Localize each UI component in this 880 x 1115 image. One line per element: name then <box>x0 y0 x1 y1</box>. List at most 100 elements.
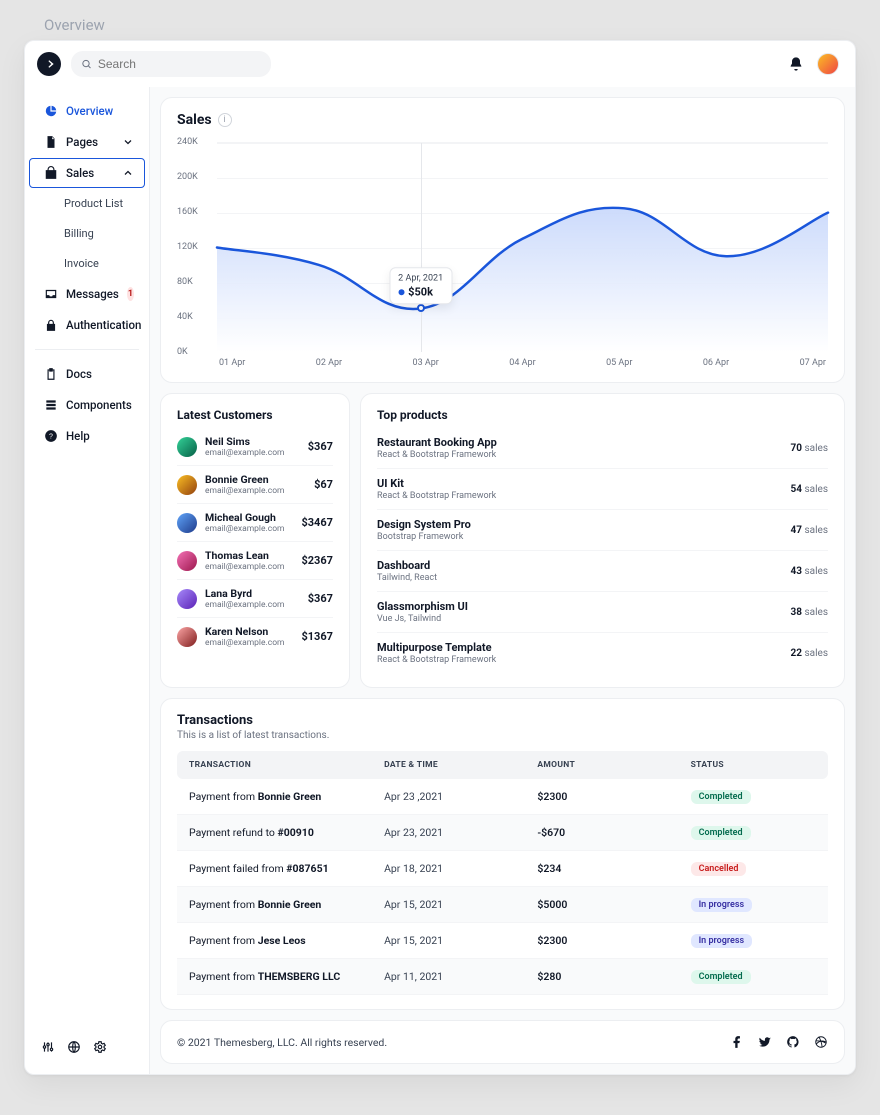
chevron-down-icon <box>122 136 134 148</box>
product-sales: 70 sales <box>791 443 828 454</box>
sales-card: Sales i 240K200K160K120K80K40K0K 2 Ap <box>160 97 845 383</box>
transaction-amount: $2300 <box>537 934 690 947</box>
product-sales: 47 sales <box>791 525 828 536</box>
avatar <box>177 437 197 457</box>
notifications-button[interactable] <box>785 53 807 75</box>
customer-name: Micheal Gough <box>205 511 293 524</box>
customer-row[interactable]: Micheal Gough email@example.com $3467 <box>177 503 333 541</box>
sidebar-item-label: Docs <box>66 367 92 381</box>
customer-row[interactable]: Karen Nelson email@example.com $1367 <box>177 617 333 655</box>
sidebar-item-label: Messages <box>66 287 119 301</box>
transaction-amount: $280 <box>537 970 690 983</box>
customer-row[interactable]: Neil Sims email@example.com $367 <box>177 428 333 465</box>
twitter-icon[interactable] <box>758 1035 772 1049</box>
help-icon: ? <box>44 429 58 443</box>
product-name: Glassmorphism UI <box>377 600 468 613</box>
user-avatar[interactable] <box>817 53 839 75</box>
customer-name: Neil Sims <box>205 435 300 448</box>
product-row[interactable]: UI Kit React & Bootstrap Framework 54 sa… <box>377 468 828 509</box>
sidebar-item-help[interactable]: ? Help <box>29 421 145 451</box>
transaction-date: Apr 18, 2021 <box>384 862 537 875</box>
transaction-description: Payment refund to #00910 <box>189 826 384 839</box>
document-icon <box>44 135 58 149</box>
customer-info: Micheal Gough email@example.com <box>205 511 293 534</box>
product-row[interactable]: Glassmorphism UI Vue Js, Tailwind 38 sal… <box>377 591 828 632</box>
product-row[interactable]: Design System Pro Bootstrap Framework 47… <box>377 509 828 550</box>
sales-title: Sales <box>177 112 212 128</box>
transaction-row[interactable]: Payment from Bonnie Green Apr 23 ,2021 $… <box>177 779 828 815</box>
customer-amount: $367 <box>308 440 333 453</box>
customer-info: Thomas Lean email@example.com <box>205 549 293 572</box>
avatar <box>177 513 197 533</box>
product-name: Design System Pro <box>377 518 471 531</box>
facebook-icon[interactable] <box>730 1035 744 1049</box>
lock-icon <box>44 318 58 332</box>
customer-info: Karen Nelson email@example.com <box>205 625 293 648</box>
product-sales: 22 sales <box>791 648 828 659</box>
transaction-date: Apr 23, 2021 <box>384 826 537 839</box>
product-subtitle: React & Bootstrap Framework <box>377 491 496 501</box>
transaction-date: Apr 23 ,2021 <box>384 790 537 803</box>
transaction-status: Completed <box>691 825 816 840</box>
pie-chart-icon <box>44 104 58 118</box>
footer-copyright: © 2021 Themesberg, LLC. All rights reser… <box>177 1036 387 1049</box>
product-info: Design System Pro Bootstrap Framework <box>377 518 471 542</box>
dribbble-icon[interactable] <box>814 1035 828 1049</box>
sidebar-subitem-product-list[interactable]: Product List <box>29 189 145 218</box>
customer-name: Bonnie Green <box>205 473 306 486</box>
sidebar-item-label: Authentication <box>66 318 141 332</box>
transaction-row[interactable]: Payment from THEMSBERG LLC Apr 11, 2021 … <box>177 959 828 995</box>
avatar <box>177 627 197 647</box>
transaction-row[interactable]: Payment refund to #00910 Apr 23, 2021 -$… <box>177 815 828 851</box>
y-tick: 240K <box>177 137 198 147</box>
latest-customers-title: Latest Customers <box>177 408 333 422</box>
transaction-date: Apr 11, 2021 <box>384 970 537 983</box>
sidebar-item-messages[interactable]: Messages 1 <box>29 279 145 309</box>
search-box[interactable] <box>71 51 271 77</box>
transactions-subtitle: This is a list of latest transactions. <box>177 730 828 741</box>
transaction-amount: $234 <box>537 862 690 875</box>
transaction-date: Apr 15, 2021 <box>384 934 537 947</box>
transaction-row[interactable]: Payment from Bonnie Green Apr 15, 2021 $… <box>177 887 828 923</box>
sidebar-subitem-billing[interactable]: Billing <box>29 219 145 248</box>
product-subtitle: React & Bootstrap Framework <box>377 655 496 665</box>
customer-row[interactable]: Bonnie Green email@example.com $67 <box>177 465 333 503</box>
transaction-row[interactable]: Payment from Jese Leos Apr 15, 2021 $230… <box>177 923 828 959</box>
adjustments-icon[interactable] <box>41 1040 55 1054</box>
transaction-amount: $2300 <box>537 790 690 803</box>
sidebar: Overview Pages <box>25 87 150 1074</box>
sidebar-item-authentication[interactable]: Authentication <box>29 310 145 340</box>
y-tick: 80K <box>177 277 193 287</box>
transaction-status: Cancelled <box>691 861 816 876</box>
chart-plot-area[interactable]: 2 Apr, 2021 $50k <box>217 142 828 352</box>
search-input[interactable] <box>98 57 261 71</box>
sidebar-item-sales[interactable]: Sales <box>29 158 145 188</box>
github-icon[interactable] <box>786 1035 800 1049</box>
customer-row[interactable]: Thomas Lean email@example.com $2367 <box>177 541 333 579</box>
info-icon[interactable]: i <box>218 113 232 127</box>
product-row[interactable]: Restaurant Booking App React & Bootstrap… <box>377 428 828 468</box>
x-tick: 04 Apr <box>509 358 535 368</box>
sidebar-item-pages[interactable]: Pages <box>29 127 145 157</box>
settings-icon[interactable] <box>93 1040 107 1054</box>
sidebar-item-components[interactable]: Components <box>29 390 145 420</box>
customer-name: Lana Byrd <box>205 587 300 600</box>
logo[interactable] <box>37 52 61 76</box>
product-row[interactable]: Dashboard Tailwind, React 43 sales <box>377 550 828 591</box>
sidebar-item-overview[interactable]: Overview <box>29 96 145 126</box>
transaction-status: In progress <box>691 933 816 948</box>
messages-badge: 1 <box>127 287 134 301</box>
th-amount: Amount <box>537 760 690 770</box>
product-sales: 38 sales <box>791 607 828 618</box>
sidebar-item-docs[interactable]: Docs <box>29 359 145 389</box>
globe-icon[interactable] <box>67 1040 81 1054</box>
customer-info: Neil Sims email@example.com <box>205 435 300 458</box>
customer-row[interactable]: Lana Byrd email@example.com $367 <box>177 579 333 617</box>
product-row[interactable]: Multipurpose Template React & Bootstrap … <box>377 632 828 673</box>
transaction-row[interactable]: Payment failed from #087651 Apr 18, 2021… <box>177 851 828 887</box>
transactions-header-row: Transaction Date & Time Amount Status <box>177 751 828 779</box>
sidebar-subitem-invoice[interactable]: Invoice <box>29 249 145 278</box>
top-products-card: Top products Restaurant Booking App Reac… <box>360 393 845 688</box>
th-date: Date & Time <box>384 760 537 770</box>
product-info: Dashboard Tailwind, React <box>377 559 437 583</box>
